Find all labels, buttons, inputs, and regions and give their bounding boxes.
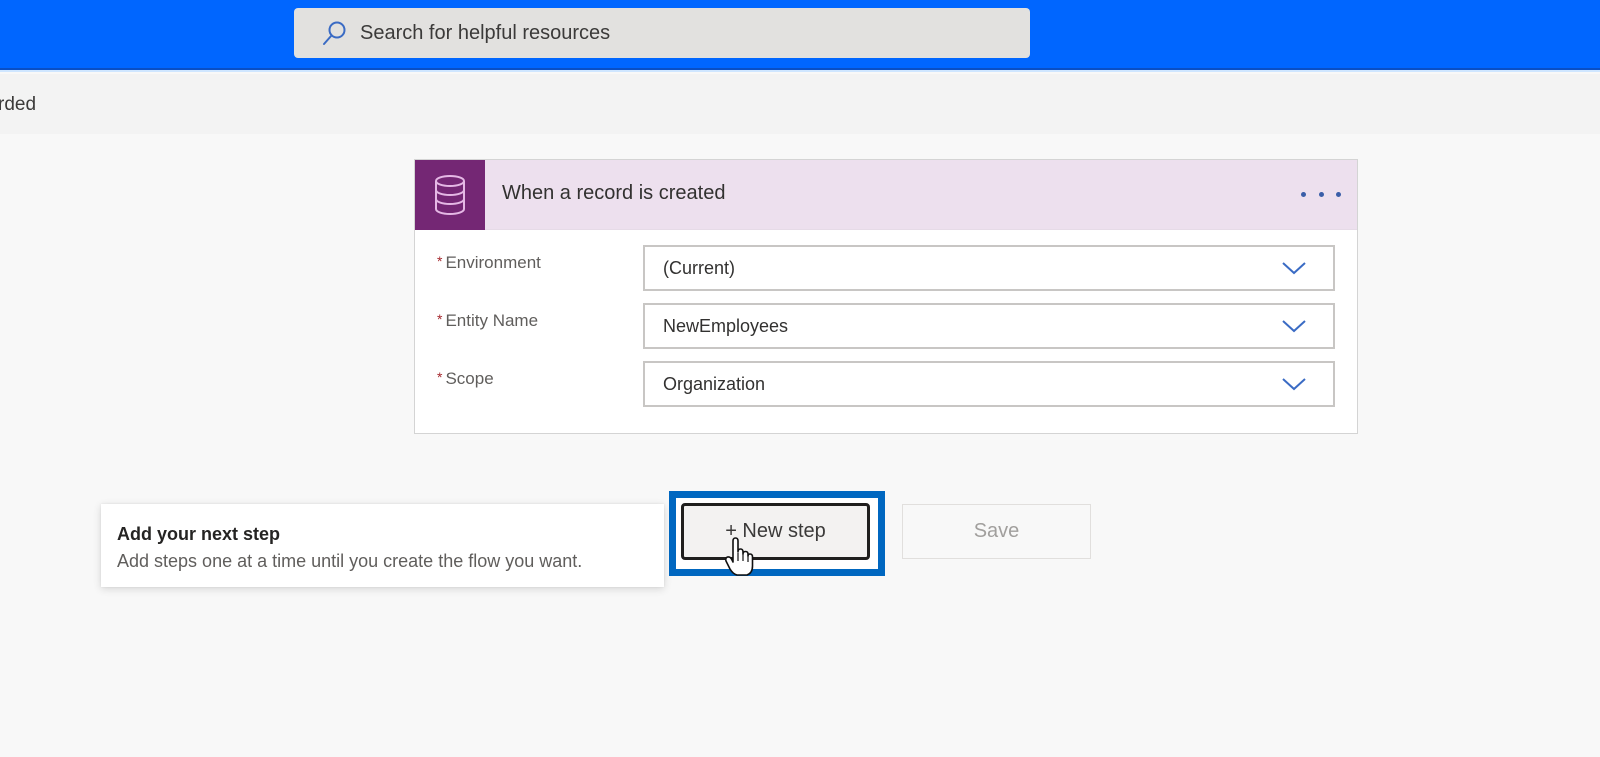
more-options-button[interactable] [1301, 182, 1341, 206]
next-step-hint: Add your next step Add steps one at a ti… [101, 504, 664, 587]
search-input[interactable]: Search for helpful resources [360, 22, 610, 45]
required-marker: * [437, 311, 443, 327]
dropdown-value: NewEmployees [663, 315, 789, 336]
trigger-card-header[interactable]: When a record is created [415, 160, 1357, 230]
command-bar: rded [0, 74, 1600, 134]
dropdown-value: (Current) [663, 257, 736, 278]
search-icon [323, 21, 346, 45]
hint-description: Add steps one at a time until you create… [117, 551, 583, 571]
entity-name-dropdown[interactable]: NewEmployees [643, 303, 1335, 349]
field-entity-name: * Entity Name NewEmployees [415, 303, 1357, 349]
field-scope: * Scope Organization [415, 361, 1357, 407]
chevron-down-icon [1282, 262, 1306, 275]
ellipsis-icon-dot [1318, 191, 1324, 197]
chevron-down-icon [1282, 320, 1306, 333]
dropdown-value: Organization [663, 373, 766, 394]
new-step-button[interactable]: + New step [681, 503, 870, 560]
trigger-card: When a record is created * Environment (C… [414, 159, 1358, 434]
field-label: * Scope [437, 369, 494, 388]
field-label: * Environment [437, 253, 541, 272]
connector-icon-box [415, 160, 485, 230]
ellipsis-icon-dot [1301, 191, 1306, 197]
status-text: rded [0, 94, 37, 115]
hand-cursor-icon [724, 537, 754, 576]
ellipsis-icon-dot [1336, 191, 1341, 197]
database-icon [435, 175, 465, 215]
trigger-title: When a record is created [502, 182, 726, 204]
required-marker: * [437, 253, 443, 269]
top-bar: Search for helpful resources [0, 0, 1600, 72]
scope-dropdown[interactable]: Organization [643, 361, 1335, 407]
environment-dropdown[interactable]: (Current) [643, 245, 1335, 291]
field-label: * Entity Name [437, 311, 539, 330]
required-marker: * [437, 369, 443, 385]
save-button[interactable]: Save [902, 504, 1091, 559]
hint-title: Add your next step [117, 524, 281, 544]
field-environment: * Environment (Current) [415, 245, 1357, 291]
chevron-down-icon [1282, 378, 1306, 391]
search-box[interactable]: Search for helpful resources [294, 8, 1030, 58]
